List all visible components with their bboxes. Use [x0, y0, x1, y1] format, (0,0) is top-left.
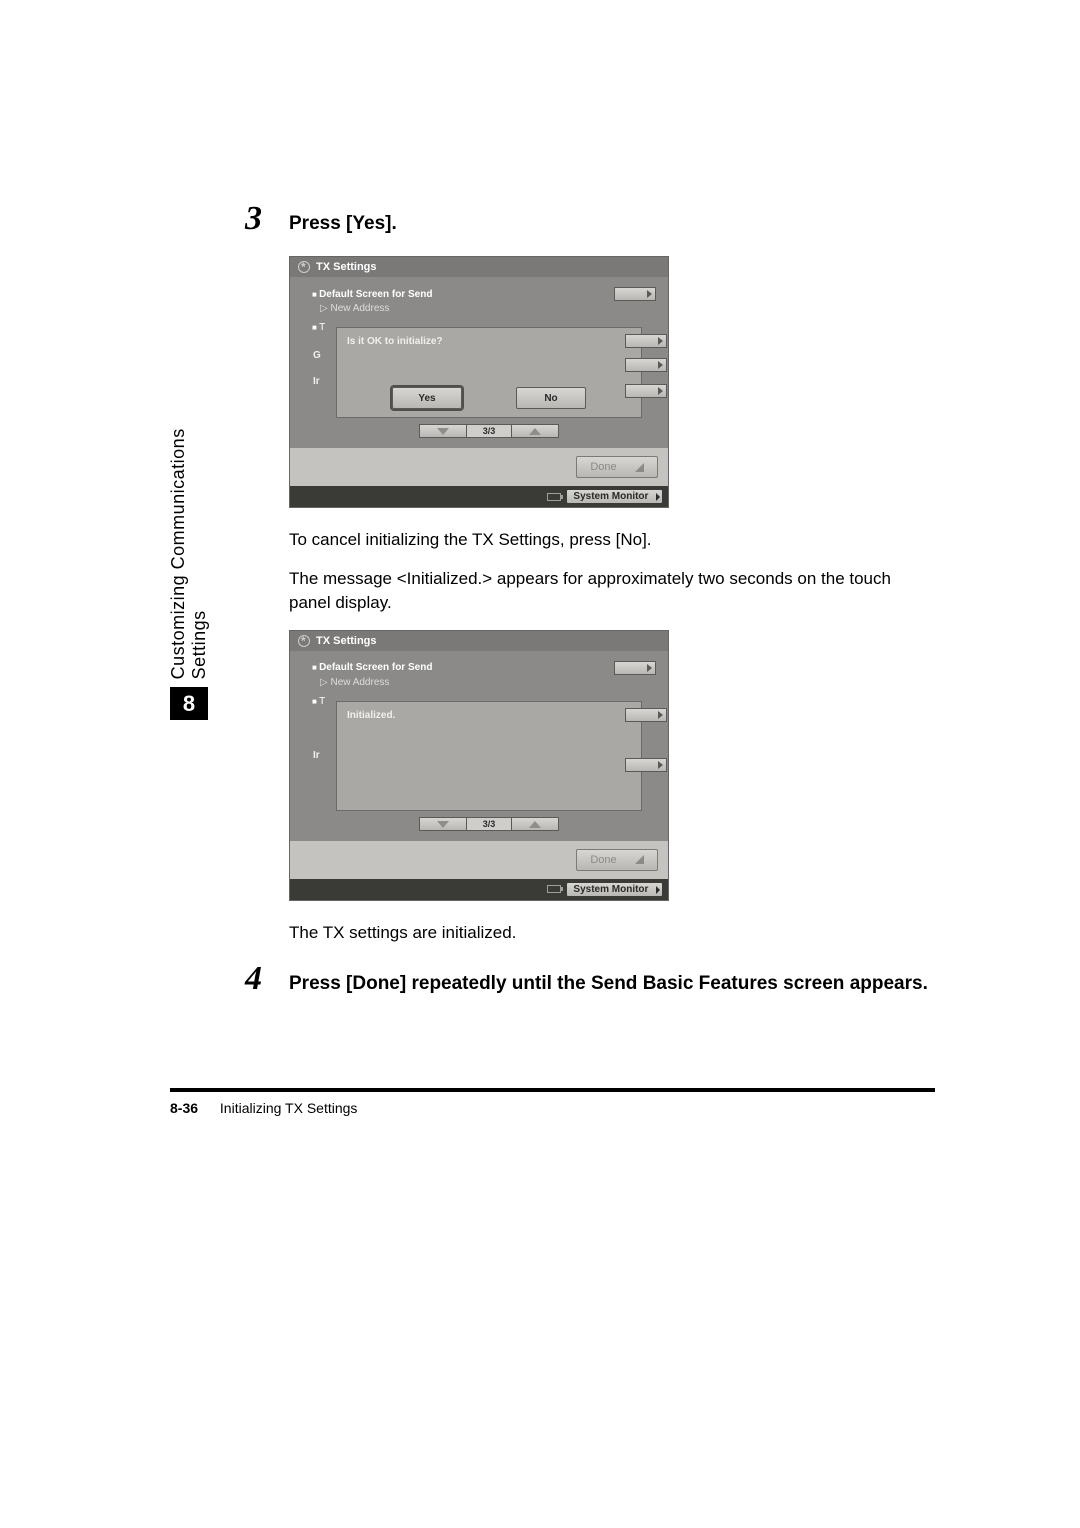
page-content: 3 Press [Yes]. TX Settings Default Scree…	[245, 200, 935, 1016]
system-monitor-label: System Monitor	[573, 491, 648, 502]
menu-item-value: ▷ New Address	[302, 677, 656, 688]
dialog-message: Initialized.	[347, 710, 395, 721]
step-number: 4	[245, 960, 289, 998]
chapter-sidebar: Customizing Communications Settings 8	[170, 400, 208, 720]
screenshot-body: Default Screen for Send ▷ New Address T …	[290, 651, 668, 841]
menu-default-screen: Default Screen for Send ▷ New Address	[302, 661, 656, 688]
settings-icon	[298, 261, 310, 273]
chevron-right-icon[interactable]	[625, 708, 667, 722]
system-monitor-button[interactable]: System Monitor	[567, 490, 662, 503]
dialog-button-row: Yes No	[347, 387, 631, 409]
chevron-right-icon[interactable]	[614, 661, 656, 675]
no-button[interactable]: No	[516, 387, 586, 409]
pager: 3/3	[336, 424, 642, 438]
step-instruction: Press [Done] repeatedly until the Send B…	[289, 971, 928, 997]
step-instruction: Press [Yes].	[289, 211, 397, 237]
section-title: Initializing TX Settings	[220, 1100, 357, 1116]
menu-item-label: G	[313, 350, 321, 361]
status-bar: System Monitor	[290, 879, 668, 900]
screenshot-initialize-confirm: TX Settings Default Screen for Send ▷ Ne…	[289, 256, 669, 508]
chevron-right-icon[interactable]	[625, 334, 667, 348]
page-indicator: 3/3	[467, 817, 511, 831]
screenshot-initialized: TX Settings Default Screen for Send ▷ Ne…	[289, 630, 669, 901]
chevron-right-icon[interactable]	[625, 358, 667, 372]
body-paragraph: The TX settings are initialized.	[289, 921, 935, 946]
screenshot-title: TX Settings	[316, 635, 377, 647]
menu-item-label: Default Screen for Send	[302, 662, 432, 673]
chevron-right-icon[interactable]	[614, 287, 656, 301]
chevron-right-icon[interactable]	[625, 384, 667, 398]
status-bar: System Monitor	[290, 486, 668, 507]
step-3: 3 Press [Yes].	[245, 200, 935, 238]
done-button[interactable]: Done	[576, 456, 658, 478]
done-button[interactable]: Done	[576, 849, 658, 871]
done-bar: Done	[290, 448, 668, 486]
confirm-dialog: Is it OK to initialize? G Ir Yes No	[336, 327, 642, 418]
chapter-number-badge: 8	[170, 687, 208, 720]
system-monitor-button[interactable]: System Monitor	[567, 883, 662, 896]
screenshot-header: TX Settings	[290, 631, 668, 651]
screenshot-body: Default Screen for Send ▷ New Address T …	[290, 277, 668, 448]
settings-icon	[298, 635, 310, 647]
body-paragraph: To cancel initializing the TX Settings, …	[289, 528, 935, 553]
return-icon	[635, 463, 644, 472]
menu-item-label: Default Screen for Send	[302, 289, 432, 300]
battery-icon	[547, 493, 561, 501]
page-down-button[interactable]	[419, 424, 467, 438]
step-number: 3	[245, 200, 289, 238]
menu-item-label: T	[312, 322, 325, 333]
page-up-button[interactable]	[511, 817, 559, 831]
page-up-button[interactable]	[511, 424, 559, 438]
screenshot-title: TX Settings	[316, 261, 377, 273]
done-label: Done	[590, 854, 616, 866]
body-paragraph: The message <Initialized.> appears for a…	[289, 567, 935, 616]
battery-icon	[547, 885, 561, 893]
yes-button[interactable]: Yes	[392, 387, 462, 409]
done-bar: Done	[290, 841, 668, 879]
dialog-message: Is it OK to initialize?	[347, 336, 443, 347]
done-label: Done	[590, 461, 616, 473]
footer-rule	[170, 1088, 935, 1092]
pager: 3/3	[336, 817, 642, 831]
return-icon	[635, 855, 644, 864]
screenshot-header: TX Settings	[290, 257, 668, 277]
page-down-button[interactable]	[419, 817, 467, 831]
page-footer: 8-36 Initializing TX Settings	[170, 1100, 357, 1116]
step-4: 4 Press [Done] repeatedly until the Send…	[245, 960, 935, 998]
page-indicator: 3/3	[467, 424, 511, 438]
sidebar-label: Customizing Communications Settings	[168, 400, 210, 679]
menu-item-value: ▷ New Address	[302, 303, 656, 314]
system-monitor-label: System Monitor	[573, 884, 648, 895]
menu-item-label: Ir	[313, 750, 320, 761]
info-dialog: Initialized. Ir	[336, 701, 642, 811]
menu-item-label: Ir	[313, 376, 320, 387]
page-number: 8-36	[170, 1100, 198, 1116]
menu-item-label: T	[312, 696, 325, 707]
chevron-right-icon[interactable]	[625, 758, 667, 772]
menu-default-screen: Default Screen for Send ▷ New Address	[302, 287, 656, 314]
